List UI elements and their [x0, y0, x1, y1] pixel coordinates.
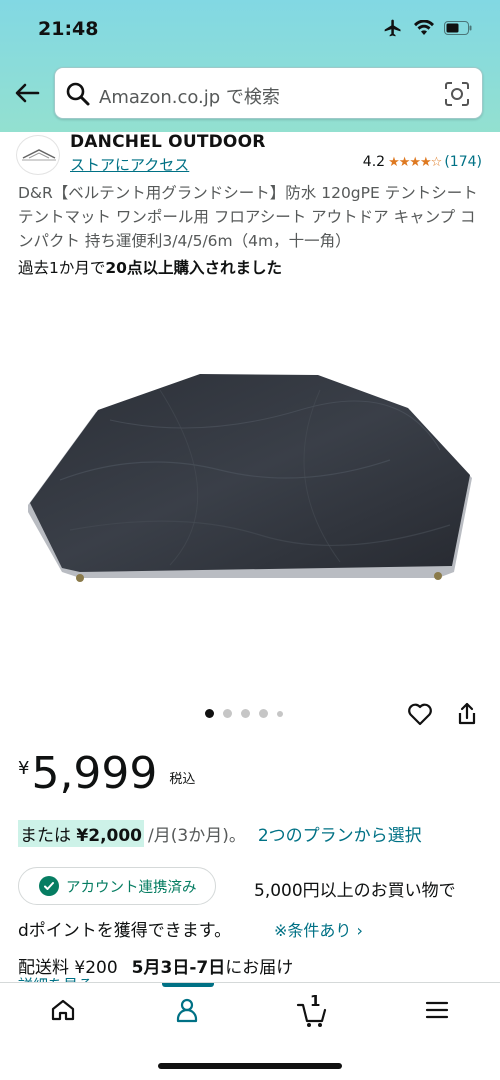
- home-indicator: [158, 1063, 342, 1069]
- status-bar: 21:48: [0, 0, 500, 60]
- rating-stars: ★★★★☆: [388, 154, 442, 170]
- search-bar[interactable]: Amazon.co.jp で検索: [54, 67, 483, 119]
- share-icon[interactable]: [455, 700, 479, 728]
- installment-plan-link[interactable]: 2つのプランから選択: [258, 821, 422, 846]
- pagination-dot[interactable]: [259, 709, 268, 718]
- product-image[interactable]: [0, 300, 500, 700]
- image-pagination[interactable]: [205, 709, 283, 718]
- product-title: D&R【ベルテント用グランドシート】防水 120gPE テントシート テントマッ…: [18, 184, 478, 250]
- price-currency: ¥: [18, 758, 30, 779]
- airplane-icon: [384, 19, 401, 37]
- rating-value: 4.2: [362, 154, 386, 170]
- pagination-dot[interactable]: [205, 709, 214, 718]
- back-button[interactable]: [12, 78, 42, 108]
- bought-bold: 20点以上購入されました: [105, 259, 282, 277]
- installment-highlight: または ¥2,000: [18, 820, 145, 847]
- account-icon: [176, 998, 198, 1023]
- pagination-dot[interactable]: [223, 709, 232, 718]
- brand-name: DANCHEL OUTDOOR: [70, 132, 266, 152]
- bought-prefix: 過去1か月で: [18, 259, 106, 277]
- rating[interactable]: 4.2 ★★★★☆ (174): [363, 154, 482, 170]
- status-time: 21:48: [38, 18, 99, 40]
- wifi-icon: [414, 20, 434, 35]
- brand-logo[interactable]: [16, 135, 60, 175]
- installment-prefix: または: [20, 826, 71, 846]
- account-linked-badge[interactable]: アカウント連携済み: [18, 867, 216, 905]
- rating-count[interactable]: (174): [444, 154, 482, 170]
- active-tab-indicator: [162, 983, 214, 987]
- points-text-2: dポイントを獲得できます。: [18, 921, 232, 941]
- camera-scan-icon[interactable]: [444, 81, 470, 107]
- brand-row: DANCHEL OUTDOOR ストアにアクセス 4.2 ★★★★☆ (174): [0, 132, 500, 177]
- search-icon: [66, 82, 90, 106]
- ground-sheet-image: [28, 374, 472, 582]
- battery-icon: [444, 21, 472, 35]
- heart-icon[interactable]: [406, 700, 434, 728]
- tax-label: 税込: [169, 772, 196, 787]
- store-link[interactable]: ストアにアクセス: [70, 154, 189, 175]
- pagination-dot[interactable]: [241, 709, 250, 718]
- price-value: 5,999: [31, 748, 158, 799]
- search-input[interactable]: Amazon.co.jp で検索: [99, 83, 280, 109]
- bought-count: 過去1か月で20点以上購入されました: [18, 256, 282, 278]
- pagination-dot[interactable]: [277, 710, 283, 717]
- installment-row: または ¥2,000 /月(3か月)。 2つのプランから選択: [18, 820, 422, 847]
- nav-cart[interactable]: 1: [288, 992, 338, 1037]
- arrow-left-icon: [15, 83, 40, 103]
- nav-home[interactable]: [38, 997, 88, 1037]
- check-circle-icon: [39, 876, 59, 896]
- tent-logo-icon: [22, 149, 56, 161]
- nav-menu[interactable]: [412, 997, 462, 1037]
- account-badge-label: アカウント連携済み: [66, 879, 197, 896]
- delivery-date: 5月3日-7日: [131, 958, 226, 978]
- price: ¥ 5,999 税込: [18, 748, 195, 800]
- status-icons: [382, 18, 472, 38]
- nav-account[interactable]: [162, 997, 212, 1037]
- points-text-1: 5,000円以上のお買い物で: [254, 881, 456, 901]
- delivery-suffix: にお届け: [225, 958, 294, 978]
- menu-icon: [425, 1001, 449, 1019]
- installment-amount: ¥2,000: [76, 826, 143, 846]
- installment-per-month: /月(3か月)。: [148, 826, 246, 846]
- cart-count: 1: [310, 992, 321, 1010]
- home-icon: [51, 999, 75, 1021]
- conditions-link[interactable]: ※条件あり ›: [274, 917, 363, 941]
